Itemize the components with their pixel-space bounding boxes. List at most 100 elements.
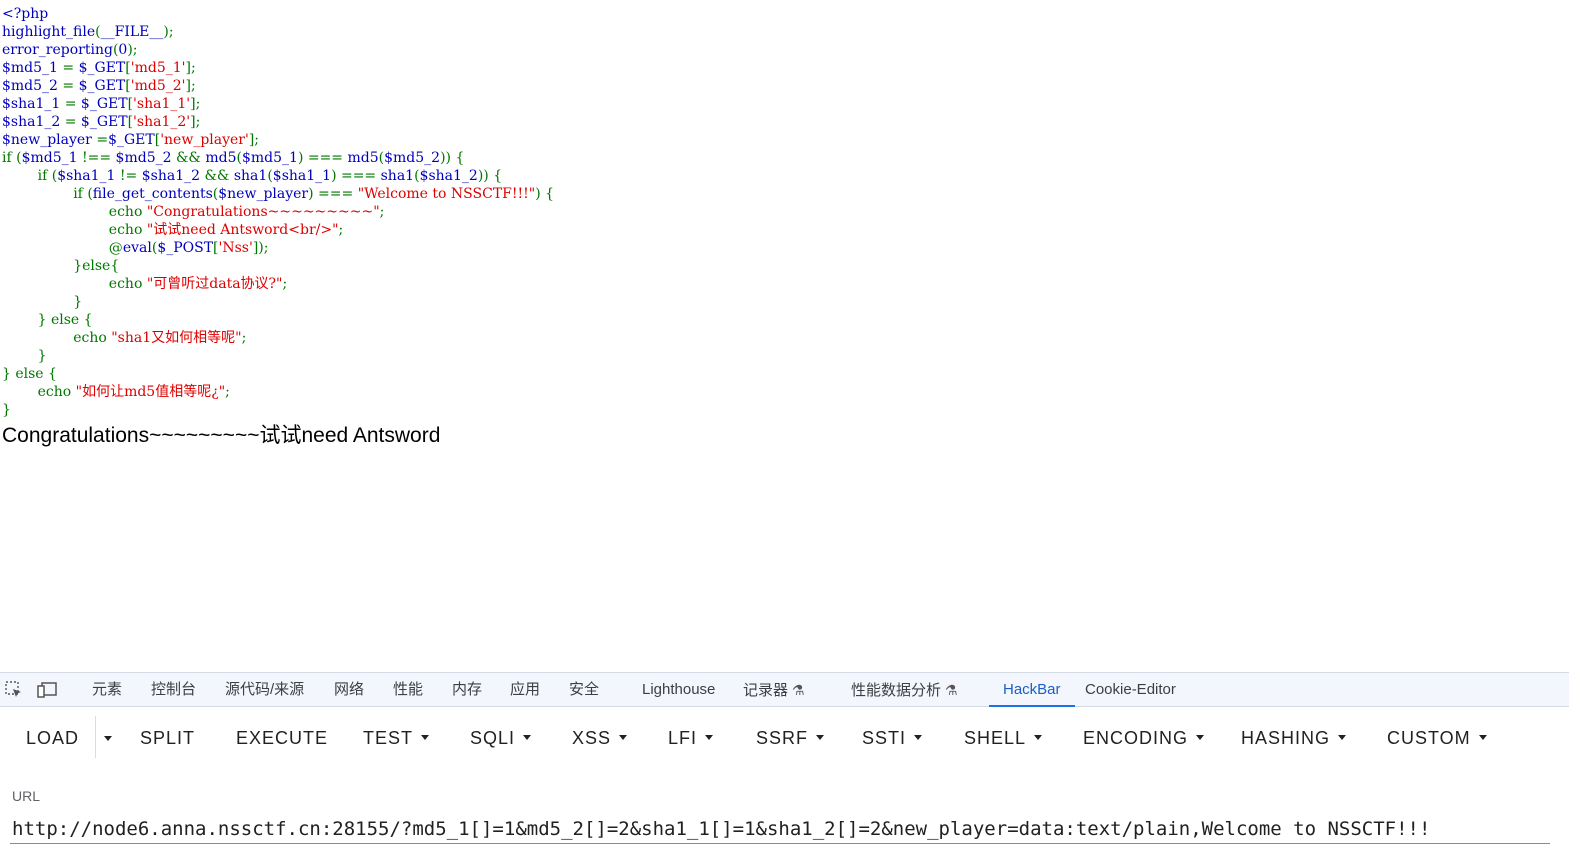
code-token: $new_player	[218, 186, 309, 202]
encoding-menu-button[interactable]: ENCODING	[1083, 724, 1205, 752]
code-token: "如何让md5值相等呢¿"	[75, 384, 226, 400]
code-token: echo	[2, 384, 76, 400]
code-token: );	[127, 42, 138, 58]
code-token: ) ===	[331, 168, 381, 184]
ssti-menu-button[interactable]: SSTI	[862, 724, 923, 752]
load-separator	[95, 716, 96, 758]
code-token: echo	[2, 330, 112, 346]
code-line: }else{	[2, 257, 554, 275]
code-line: echo "Congratulations~~~~~~~~~";	[2, 203, 554, 221]
split-button[interactable]: SPLIT	[140, 724, 195, 752]
code-token: __FILE__	[100, 24, 164, 40]
tab-performance[interactable]: 性能	[393, 673, 423, 707]
code-token: "Congratulations~~~~~~~~~"	[146, 204, 380, 220]
tab-recorder[interactable]: 记录器 ⚗	[743, 673, 805, 707]
code-token: 'Nss'	[218, 240, 253, 256]
code-token: $_GET	[78, 60, 126, 76]
code-token: <?php	[2, 6, 49, 22]
sqli-menu-label: SQLI	[470, 728, 516, 748]
code-token: }	[2, 402, 11, 418]
code-token: =	[64, 96, 81, 112]
caret-down-icon	[523, 734, 532, 740]
sqli-menu-button[interactable]: SQLI	[470, 724, 532, 752]
shell-menu-button[interactable]: SHELL	[964, 724, 1043, 752]
xss-menu-button[interactable]: XSS	[572, 724, 628, 752]
code-token: eval	[122, 240, 152, 256]
code-token: $md5_1	[241, 150, 298, 166]
code-line: highlight_file(__FILE__);	[2, 23, 554, 41]
code-token: 'sha1_1'	[133, 96, 191, 112]
code-token: 0	[118, 42, 128, 58]
code-line: if ($md5_1 !== $md5_2 && md5($md5_1) ===…	[2, 149, 554, 167]
code-line: echo "sha1又如何相等呢";	[2, 329, 554, 347]
code-token: ];	[190, 96, 201, 112]
code-token: } else {	[2, 366, 57, 382]
custom-menu-button[interactable]: CUSTOM	[1387, 724, 1487, 752]
code-line: echo "如何让md5值相等呢¿";	[2, 383, 554, 401]
code-token: ];	[190, 114, 201, 130]
code-token: $md5_1	[2, 60, 63, 76]
devtools-panel: 元素 控制台 源代码/来源 网络 性能 内存 应用 安全 Lighthouse …	[0, 672, 1569, 858]
xss-menu-label: XSS	[572, 728, 612, 748]
code-token: $new_player	[2, 132, 97, 148]
tab-console[interactable]: 控制台	[151, 673, 196, 707]
ssrf-menu-button[interactable]: SSRF	[756, 724, 825, 752]
code-line: @eval($_POST['Nss']);	[2, 239, 554, 257]
code-token: =	[96, 132, 109, 148]
code-token: if (	[2, 150, 22, 166]
code-token: )) {	[477, 168, 503, 184]
tab-application[interactable]: 应用	[510, 673, 540, 707]
code-token: $sha1_1	[2, 96, 65, 112]
code-line: }	[2, 293, 554, 311]
tab-performance-insights[interactable]: 性能数据分析 ⚗	[851, 673, 958, 707]
code-token: ;	[379, 204, 385, 220]
load-dropdown-toggle[interactable]	[100, 724, 116, 752]
device-toolbar-icon[interactable]	[36, 680, 58, 700]
code-line: } else {	[2, 311, 554, 329]
code-token: 'sha1_2'	[133, 114, 191, 130]
tab-sources[interactable]: 源代码/来源	[225, 673, 304, 707]
url-label: URL	[12, 788, 41, 804]
code-token: )) {	[440, 150, 465, 166]
code-line: $sha1_2 = $_GET['sha1_2'];	[2, 113, 554, 131]
code-token: 'md5_1'	[130, 60, 186, 76]
code-token: }	[2, 348, 47, 364]
code-token: "可曾听过data协议?"	[146, 276, 283, 292]
test-menu-label: TEST	[363, 728, 414, 748]
tab-lighthouse[interactable]: Lighthouse	[642, 673, 715, 707]
tab-network[interactable]: 网络	[334, 673, 364, 707]
code-token: "sha1又如何相等呢"	[111, 330, 242, 346]
url-input[interactable]	[10, 814, 1550, 844]
flask-icon: ⚗	[945, 682, 958, 698]
lfi-menu-button[interactable]: LFI	[668, 724, 714, 752]
tab-recorder-label: 记录器	[743, 682, 789, 699]
code-token: ]);	[252, 240, 269, 256]
lfi-menu-label: LFI	[668, 728, 698, 748]
code-token: file_get_contents	[92, 186, 213, 202]
code-token: ;	[282, 276, 288, 292]
code-token: 'new_player'	[160, 132, 249, 148]
tab-cookie-editor[interactable]: Cookie-Editor	[1085, 673, 1176, 707]
test-menu-button[interactable]: TEST	[363, 724, 430, 752]
load-button[interactable]: LOAD	[26, 724, 79, 752]
code-token: =	[62, 78, 79, 94]
hashing-menu-button[interactable]: HASHING	[1241, 724, 1347, 752]
tab-hackbar[interactable]: HackBar	[989, 673, 1074, 707]
tab-memory[interactable]: 内存	[452, 673, 482, 707]
code-line: <?php	[2, 5, 554, 23]
inspect-element-icon[interactable]	[3, 680, 25, 700]
code-token: ;	[225, 384, 230, 400]
code-token: $sha1_2	[141, 168, 205, 184]
code-token: if (	[2, 186, 93, 202]
caret-down-icon	[1196, 734, 1205, 740]
code-token: ];	[185, 78, 196, 94]
code-token: echo	[2, 204, 147, 220]
code-token: $sha1_2	[2, 114, 65, 130]
tab-elements[interactable]: 元素	[92, 673, 122, 707]
execute-button[interactable]: EXECUTE	[236, 724, 328, 752]
code-token: =	[64, 114, 81, 130]
code-token: $md5_2	[2, 78, 63, 94]
tab-security[interactable]: 安全	[569, 673, 599, 707]
code-token: ];	[185, 60, 196, 76]
custom-menu-label: CUSTOM	[1387, 728, 1471, 748]
